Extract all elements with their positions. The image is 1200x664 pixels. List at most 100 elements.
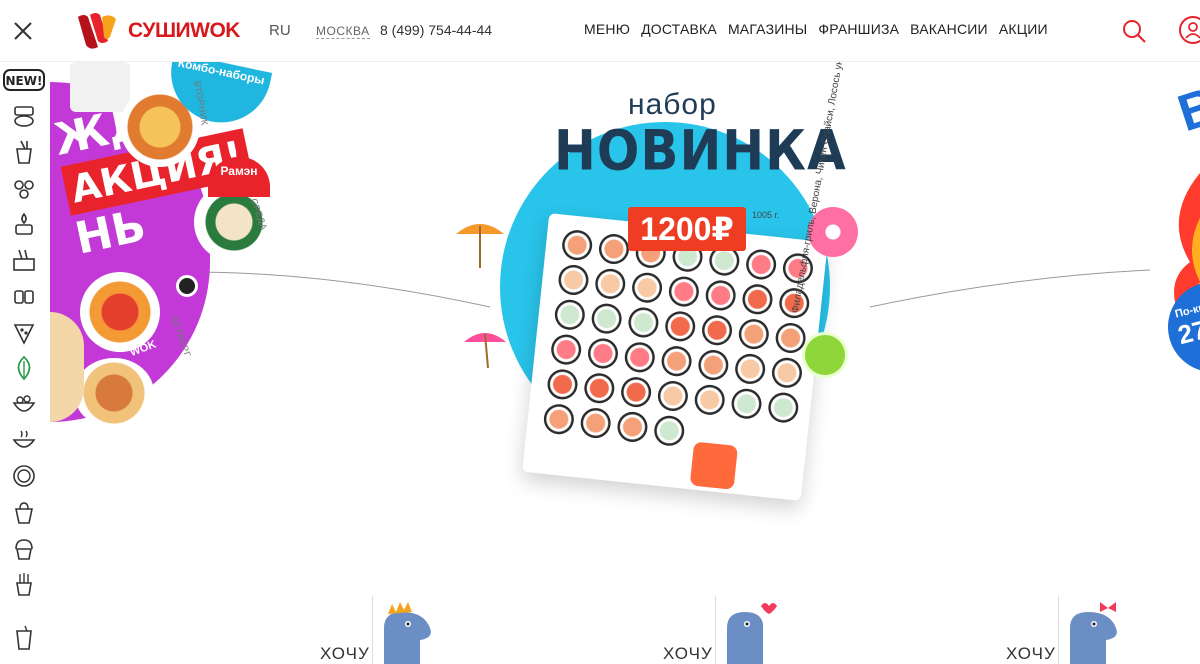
sushi-roll bbox=[766, 391, 800, 425]
sushi-roll bbox=[744, 248, 778, 281]
sidebar-item-sushi[interactable] bbox=[8, 282, 40, 310]
phone-link[interactable]: 8 (499) 754-44-44 bbox=[380, 22, 492, 38]
close-icon bbox=[14, 22, 32, 40]
chinese-headline: ВЫ bbox=[1171, 62, 1200, 144]
nav-delivery[interactable]: ДОСТАВКА bbox=[641, 21, 717, 37]
sushi-roll bbox=[542, 402, 576, 436]
category-sidebar: NEW! bbox=[0, 62, 50, 664]
sushi-roll bbox=[704, 278, 738, 312]
sidebar-item-salads[interactable] bbox=[8, 390, 40, 418]
sidebar-item-wok[interactable] bbox=[8, 498, 40, 526]
dessert-icon bbox=[15, 539, 33, 560]
new-badge-icon: NEW! bbox=[3, 69, 45, 91]
sushi-roll bbox=[693, 383, 727, 417]
drinks-icon bbox=[16, 625, 32, 650]
sidebar-item-desserts[interactable] bbox=[8, 534, 40, 562]
sushi-plate bbox=[522, 213, 828, 501]
sidebar-item-hot-dishes[interactable] bbox=[8, 462, 40, 490]
black-sesame-dot bbox=[176, 275, 198, 297]
set-weight: 1005 г. bbox=[752, 210, 780, 220]
plate-icon bbox=[13, 465, 35, 487]
sidebar-item-snacks[interactable] bbox=[8, 570, 40, 598]
nav-stores[interactable]: МАГАЗИНЫ bbox=[728, 21, 807, 37]
site-header: СУШИWOK RU МОСКВА 8 (499) 754-44-44 МЕНЮ… bbox=[0, 0, 1200, 62]
user-icon bbox=[1179, 16, 1200, 44]
combo-icon bbox=[13, 249, 35, 271]
main-nav: МЕНЮ ДОСТАВКА МАГАЗИНЫ ФРАНШИЗА ВАКАНСИИ… bbox=[584, 21, 1048, 37]
sidebar-item-rolls[interactable] bbox=[8, 102, 40, 130]
wasabi-bowl bbox=[802, 332, 848, 378]
sidebar-item-hot-rolls[interactable] bbox=[8, 210, 40, 238]
sushi-roll bbox=[733, 352, 767, 386]
sushi-roll bbox=[579, 406, 613, 440]
sidebar-item-drinks[interactable] bbox=[8, 624, 40, 652]
sidebar-item-combo[interactable] bbox=[8, 246, 40, 274]
sushi-roll bbox=[770, 356, 804, 390]
nav-promotions[interactable]: АКЦИИ bbox=[999, 21, 1048, 37]
sushi-icon bbox=[14, 290, 34, 304]
city-selector[interactable]: МОСКВА bbox=[316, 24, 370, 39]
promo-cards: ХОЧУ ХОЧУ ХОЧУ bbox=[50, 590, 1200, 664]
profile-button[interactable] bbox=[1178, 14, 1200, 46]
search-icon bbox=[1123, 20, 1146, 43]
sushi-roll bbox=[586, 336, 620, 370]
dinosaur-heart-icon bbox=[727, 603, 777, 664]
sushi-roll bbox=[582, 371, 616, 405]
sushi-roll bbox=[597, 232, 631, 266]
rolls-icon bbox=[14, 106, 34, 127]
want-card-2[interactable]: ХОЧУ bbox=[663, 590, 783, 664]
sushi-roll bbox=[737, 317, 771, 351]
want-card-1[interactable]: ХОЧУ bbox=[320, 590, 440, 664]
fries-icon bbox=[16, 573, 32, 596]
set-title: НОВИНКА bbox=[554, 119, 847, 183]
sidebar-item-sets[interactable] bbox=[8, 174, 40, 202]
svg-text:NEW!: NEW! bbox=[6, 74, 43, 88]
sushi-roll bbox=[553, 298, 587, 332]
sushi-roll bbox=[549, 333, 583, 367]
slide-new-set[interactable]: набор НОВИНКА 1005 г. 1200₽ Филадельфия-… bbox=[456, 62, 858, 522]
pink-umbrella-icon bbox=[464, 333, 506, 369]
card-divider bbox=[715, 596, 716, 664]
sidebar-item-noodles[interactable] bbox=[8, 138, 40, 166]
nav-menu[interactable]: МЕНЮ bbox=[584, 21, 630, 37]
card-divider bbox=[1058, 596, 1059, 664]
sushi-roll bbox=[593, 267, 627, 301]
want-label: ХОЧУ bbox=[663, 644, 713, 663]
sushi-roll bbox=[663, 309, 697, 343]
sushi-roll bbox=[546, 367, 580, 401]
want-card-3[interactable]: ХОЧУ bbox=[1006, 590, 1126, 664]
soup-icon bbox=[12, 430, 36, 448]
promo-slider: ЖДЫЙ АКЦИЯ! НЬ Комбо-наборы Рамэн WOK ВТ… bbox=[50, 62, 1200, 532]
logo-text: СУШИWOK bbox=[128, 19, 240, 42]
sushi-roll bbox=[667, 275, 701, 309]
sushi-roll bbox=[660, 344, 694, 378]
slide-chinese-style[interactable]: ВЫ По-китайски 275 Р. bbox=[1090, 62, 1200, 502]
sidebar-item-soups[interactable] bbox=[8, 426, 40, 454]
close-menu-button[interactable] bbox=[10, 18, 36, 44]
want-label: ХОЧУ bbox=[320, 644, 370, 663]
salad-icon bbox=[12, 395, 36, 412]
sushi-roll bbox=[615, 410, 649, 444]
logo[interactable]: СУШИWOK bbox=[76, 11, 240, 51]
sushi-roll bbox=[590, 302, 624, 336]
sushi-roll bbox=[696, 348, 730, 382]
sushi-roll bbox=[626, 306, 660, 339]
slide-daily-promo[interactable]: ЖДЫЙ АКЦИЯ! НЬ Комбо-наборы Рамэн WOK ВТ… bbox=[50, 62, 330, 502]
vegan-leaf-icon bbox=[17, 355, 31, 381]
combo-set-image bbox=[70, 62, 130, 112]
logo-mark-icon bbox=[78, 13, 116, 49]
hot-rolls-icon bbox=[15, 212, 33, 235]
dinosaur-bow-icon bbox=[1070, 602, 1117, 664]
language-switch[interactable]: RU bbox=[269, 22, 291, 39]
sushi-roll bbox=[623, 340, 657, 374]
sidebar-item-vegan[interactable] bbox=[8, 354, 40, 382]
sushi-roll bbox=[740, 282, 774, 316]
price-badge[interactable]: 1200₽ bbox=[628, 207, 746, 251]
sidebar-item-pizza[interactable] bbox=[8, 318, 40, 346]
side-dish-image bbox=[50, 312, 84, 422]
nav-franchise[interactable]: ФРАНШИЗА bbox=[818, 21, 899, 37]
pizza-icon bbox=[13, 324, 35, 345]
search-button[interactable] bbox=[1120, 17, 1148, 45]
nav-vacancies[interactable]: ВАКАНСИИ bbox=[910, 21, 988, 37]
sidebar-item-new[interactable]: NEW! bbox=[3, 68, 45, 92]
